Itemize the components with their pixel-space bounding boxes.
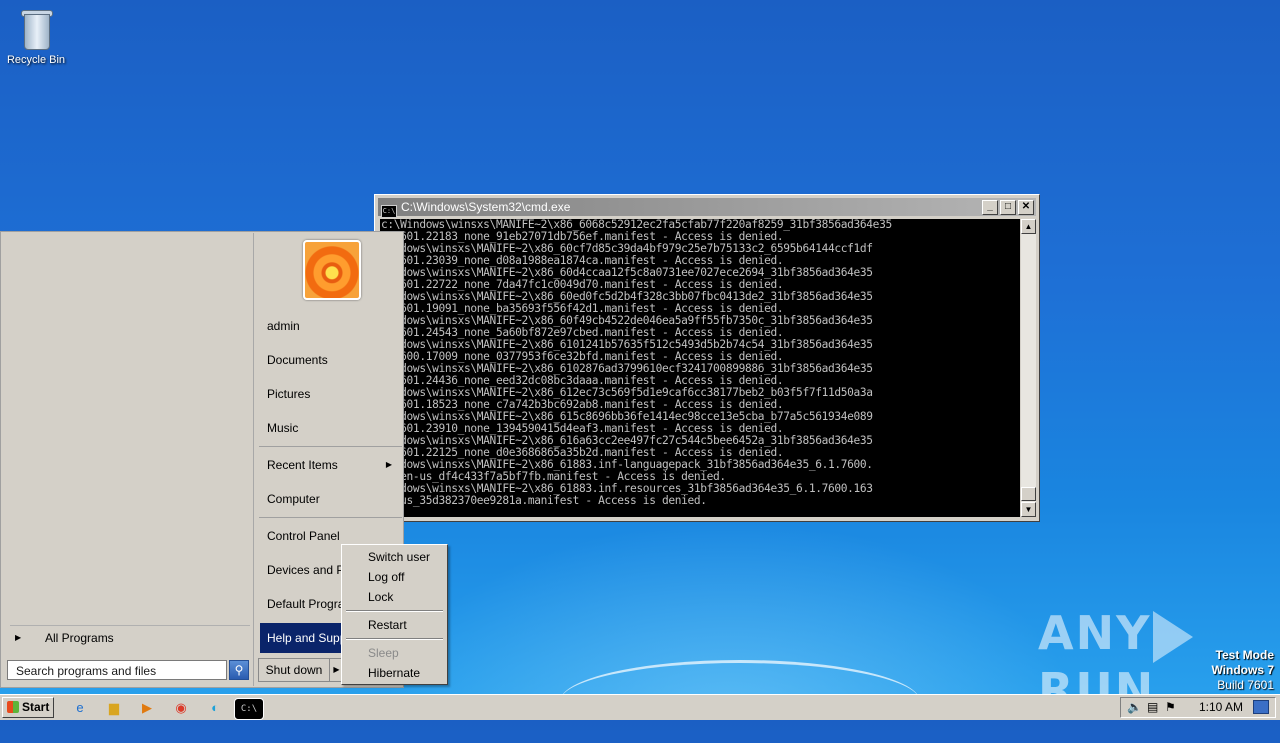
cmd-titlebar[interactable]: C:\ C:\Windows\System32\cmd.exe _ □ ✕ <box>378 198 1036 218</box>
minimize-button[interactable]: _ <box>982 200 998 215</box>
submenu-arrow-icon: ▶ <box>385 460 392 469</box>
menu-divider <box>346 638 443 640</box>
action-center-flag-icon[interactable]: ⚑ <box>1165 700 1176 714</box>
divider <box>259 517 402 518</box>
cmd-taskbar-button-icon[interactable]: C:\ <box>234 698 264 720</box>
start-item-pictures[interactable]: Pictures <box>260 379 400 409</box>
edge-icon[interactable]: ◐ <box>205 698 225 718</box>
file-explorer-icon[interactable]: ▆ <box>104 698 124 718</box>
test-mode-notice: Test Mode Windows 7 Build 7601 <box>1211 648 1274 693</box>
cmd-window-icon: C:\ <box>381 205 397 218</box>
start-menu-programs-pane: ▶ All Programs <box>2 233 254 686</box>
console-text: c:\Windows\winsxs\MANIFE~2\x86_6068c5291… <box>380 219 1020 507</box>
menu-item-lock[interactable]: Lock <box>344 587 445 607</box>
search-input[interactable]: Search programs and files <box>7 660 227 680</box>
start-item-music[interactable]: Music <box>260 413 400 443</box>
start-item-computer[interactable]: Computer <box>260 484 400 514</box>
console-line: en-us_35d382370ee9281a.manifest - Access… <box>381 494 707 507</box>
recycle-bin-label: Recycle Bin <box>6 54 66 66</box>
scroll-thumb[interactable] <box>1021 487 1036 501</box>
menu-item-log-off[interactable]: Log off <box>344 567 445 587</box>
menu-item-hibernate[interactable]: Hibernate <box>344 663 445 683</box>
start-button[interactable]: Start <box>2 697 54 718</box>
start-label: Start <box>22 700 50 714</box>
scroll-down-arrow-icon[interactable]: ▼ <box>1021 502 1036 517</box>
close-button[interactable]: ✕ <box>1018 200 1034 215</box>
recycle-bin-icon <box>19 6 53 50</box>
cmd-title: C:\Windows\System32\cmd.exe <box>401 200 571 214</box>
volume-icon[interactable]: 🔈 <box>1127 700 1142 714</box>
start-item-admin[interactable]: admin <box>260 311 400 341</box>
recent-items-label: Recent Items <box>267 458 338 472</box>
user-avatar[interactable] <box>303 240 361 300</box>
recycle-bin-shortcut[interactable]: Recycle Bin <box>6 6 66 66</box>
taskbar: Start e ▆ ▶ ◉ ◐ C:\ 🔈 ▤ ⚑ 1:10 AM <box>0 694 1280 720</box>
os-name-label: Windows 7 <box>1211 663 1274 677</box>
all-programs-label: All Programs <box>45 631 114 645</box>
chrome-icon[interactable]: ◉ <box>171 698 191 718</box>
menu-item-restart[interactable]: Restart <box>344 615 445 635</box>
maximize-button[interactable]: □ <box>1000 200 1016 215</box>
build-label: Build 7601 <box>1217 678 1274 692</box>
show-desktop-icon[interactable] <box>1253 700 1269 714</box>
menu-item-switch-user[interactable]: Switch user <box>344 547 445 567</box>
start-item-recent-items[interactable]: Recent Items ▶ <box>260 450 400 480</box>
system-tray: 🔈 ▤ ⚑ 1:10 AM <box>1120 697 1276 718</box>
play-logo-icon <box>1153 610 1194 663</box>
shutdown-button[interactable]: Shut down <box>258 658 330 682</box>
expand-arrow-icon: ▶ <box>15 633 22 642</box>
all-programs-item[interactable]: ▶ All Programs <box>10 625 250 650</box>
console-output[interactable]: c:\Windows\winsxs\MANIFE~2\x86_6068c5291… <box>380 219 1020 517</box>
shutdown-options-menu: Switch user Log off Lock Restart Sleep H… <box>341 544 448 685</box>
watermark-text-left: ANY <box>1038 606 1152 660</box>
menu-item-sleep: Sleep <box>368 646 399 660</box>
internet-explorer-icon[interactable]: e <box>70 698 90 718</box>
media-player-icon[interactable]: ▶ <box>137 698 157 718</box>
cmd-window[interactable]: C:\ C:\Windows\System32\cmd.exe _ □ ✕ c:\… <box>374 194 1040 522</box>
test-mode-label: Test Mode <box>1215 648 1274 662</box>
vertical-scrollbar[interactable]: ▲ ▼ <box>1021 219 1036 517</box>
windows-logo-icon <box>7 701 19 713</box>
divider <box>259 446 402 447</box>
clock[interactable]: 1:10 AM <box>1199 700 1243 714</box>
network-icon[interactable]: ▤ <box>1147 700 1158 714</box>
start-item-documents[interactable]: Documents <box>260 345 400 375</box>
search-icon[interactable]: ⚲ <box>229 660 249 680</box>
scroll-up-arrow-icon[interactable]: ▲ <box>1021 219 1036 234</box>
menu-divider <box>346 610 443 612</box>
